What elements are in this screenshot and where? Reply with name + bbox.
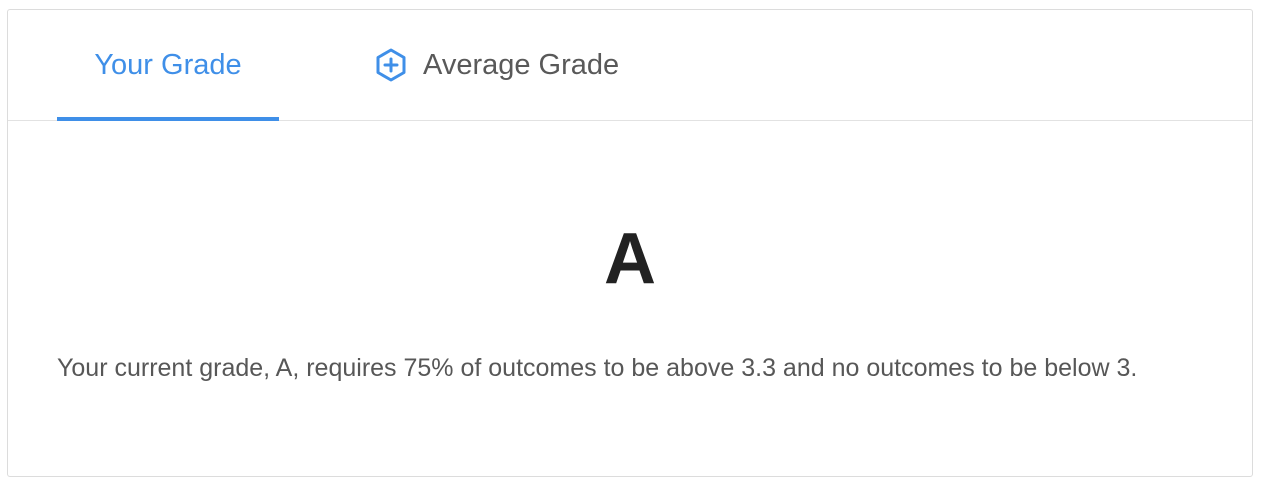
hexagon-plus-icon — [374, 48, 408, 82]
tab-bar: Your Grade Average Grade — [8, 10, 1252, 121]
tab-average-grade-label: Average Grade — [423, 48, 620, 81]
tab-average-grade[interactable]: Average Grade — [374, 10, 619, 120]
grade-description: Your current grade, A, requires 75% of o… — [57, 354, 1138, 382]
active-tab-indicator — [57, 117, 279, 121]
tab-your-grade[interactable]: Your Grade — [57, 10, 279, 120]
grade-letter: A — [604, 219, 656, 299]
tab-your-grade-label: Your Grade — [94, 48, 242, 81]
grade-card: Your Grade Average Grade A Your current … — [7, 9, 1253, 477]
